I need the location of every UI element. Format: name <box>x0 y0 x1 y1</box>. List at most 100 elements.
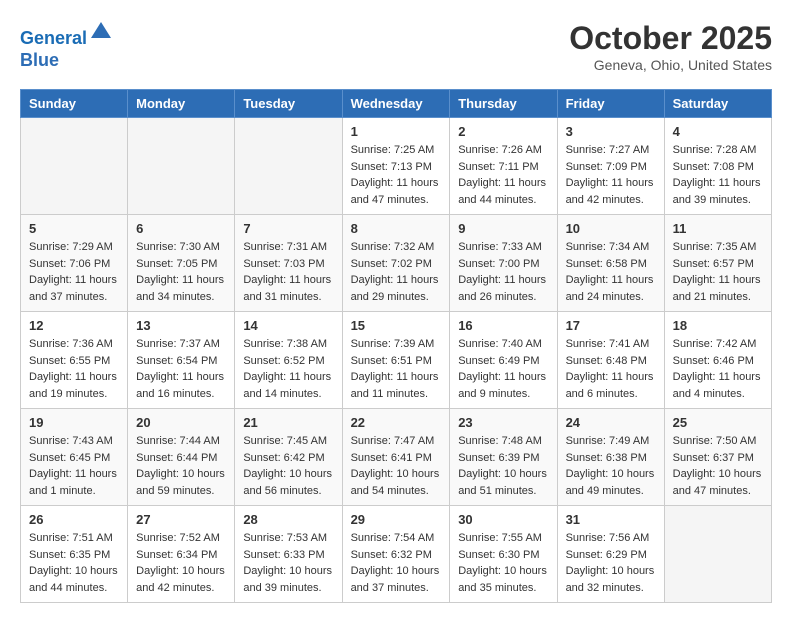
day-info: Sunrise: 7:27 AM Sunset: 7:09 PM Dayligh… <box>566 142 656 208</box>
day-number: 15 <box>351 318 442 333</box>
logo-blue: Blue <box>20 50 59 70</box>
day-info: Sunrise: 7:38 AM Sunset: 6:52 PM Dayligh… <box>243 336 333 402</box>
day-number: 19 <box>29 415 119 430</box>
calendar-day-cell <box>128 118 235 215</box>
day-info: Sunrise: 7:26 AM Sunset: 7:11 PM Dayligh… <box>458 142 548 208</box>
calendar-day-cell: 26 Sunrise: 7:51 AM Sunset: 6:35 PM Dayli… <box>21 506 128 603</box>
day-number: 9 <box>458 221 548 236</box>
day-number: 28 <box>243 512 333 527</box>
day-info: Sunrise: 7:45 AM Sunset: 6:42 PM Dayligh… <box>243 433 333 499</box>
calendar-day-cell: 14 Sunrise: 7:38 AM Sunset: 6:52 PM Dayli… <box>235 312 342 409</box>
calendar-header-row: SundayMondayTuesdayWednesdayThursdayFrid… <box>21 90 772 118</box>
calendar-day-cell: 8Sunrise: 7:32 AM Sunset: 7:02 PM Daylig… <box>342 215 450 312</box>
day-number: 25 <box>673 415 763 430</box>
weekday-header: Sunday <box>21 90 128 118</box>
weekday-header: Wednesday <box>342 90 450 118</box>
day-info: Sunrise: 7:37 AM Sunset: 6:54 PM Dayligh… <box>136 336 226 402</box>
calendar-week-row: 19 Sunrise: 7:43 AM Sunset: 6:45 PM Dayli… <box>21 409 772 506</box>
calendar-day-cell: 18Sunrise: 7:42 AM Sunset: 6:46 PM Dayli… <box>664 312 771 409</box>
calendar-day-cell: 29 Sunrise: 7:54 AM Sunset: 6:32 PM Dayli… <box>342 506 450 603</box>
calendar-day-cell: 20 Sunrise: 7:44 AM Sunset: 6:44 PM Dayli… <box>128 409 235 506</box>
weekday-header: Monday <box>128 90 235 118</box>
day-number: 10 <box>566 221 656 236</box>
weekday-header: Tuesday <box>235 90 342 118</box>
day-number: 27 <box>136 512 226 527</box>
day-info: Sunrise: 7:56 AM Sunset: 6:29 PM Dayligh… <box>566 530 656 596</box>
day-number: 16 <box>458 318 548 333</box>
day-number: 8 <box>351 221 442 236</box>
day-info: Sunrise: 7:48 AM Sunset: 6:39 PM Dayligh… <box>458 433 548 499</box>
calendar-day-cell: 28 Sunrise: 7:53 AM Sunset: 6:33 PM Dayli… <box>235 506 342 603</box>
calendar-day-cell: 16 Sunrise: 7:40 AM Sunset: 6:49 PM Dayli… <box>450 312 557 409</box>
day-number: 21 <box>243 415 333 430</box>
location-text: Geneva, Ohio, United States <box>569 57 772 73</box>
day-info: Sunrise: 7:29 AM Sunset: 7:06 PM Dayligh… <box>29 239 119 305</box>
logo-icon <box>89 20 113 44</box>
day-info: Sunrise: 7:49 AM Sunset: 6:38 PM Dayligh… <box>566 433 656 499</box>
day-info: Sunrise: 7:47 AM Sunset: 6:41 PM Dayligh… <box>351 433 442 499</box>
day-number: 13 <box>136 318 226 333</box>
day-number: 11 <box>673 221 763 236</box>
calendar-day-cell: 21 Sunrise: 7:45 AM Sunset: 6:42 PM Dayli… <box>235 409 342 506</box>
day-info: Sunrise: 7:44 AM Sunset: 6:44 PM Dayligh… <box>136 433 226 499</box>
day-info: Sunrise: 7:54 AM Sunset: 6:32 PM Dayligh… <box>351 530 442 596</box>
calendar-week-row: 1Sunrise: 7:25 AM Sunset: 7:13 PM Daylig… <box>21 118 772 215</box>
day-info: Sunrise: 7:53 AM Sunset: 6:33 PM Dayligh… <box>243 530 333 596</box>
calendar-day-cell: 13 Sunrise: 7:37 AM Sunset: 6:54 PM Dayli… <box>128 312 235 409</box>
day-number: 30 <box>458 512 548 527</box>
calendar-day-cell: 19 Sunrise: 7:43 AM Sunset: 6:45 PM Dayli… <box>21 409 128 506</box>
calendar-day-cell: 15 Sunrise: 7:39 AM Sunset: 6:51 PM Dayli… <box>342 312 450 409</box>
day-number: 26 <box>29 512 119 527</box>
day-number: 23 <box>458 415 548 430</box>
calendar-week-row: 12Sunrise: 7:36 AM Sunset: 6:55 PM Dayli… <box>21 312 772 409</box>
day-info: Sunrise: 7:35 AM Sunset: 6:57 PM Dayligh… <box>673 239 763 305</box>
calendar-day-cell: 10 Sunrise: 7:34 AM Sunset: 6:58 PM Dayli… <box>557 215 664 312</box>
day-info: Sunrise: 7:43 AM Sunset: 6:45 PM Dayligh… <box>29 433 119 499</box>
day-number: 29 <box>351 512 442 527</box>
calendar-day-cell: 23 Sunrise: 7:48 AM Sunset: 6:39 PM Dayli… <box>450 409 557 506</box>
day-number: 4 <box>673 124 763 139</box>
day-number: 2 <box>458 124 548 139</box>
day-info: Sunrise: 7:50 AM Sunset: 6:37 PM Dayligh… <box>673 433 763 499</box>
day-number: 31 <box>566 512 656 527</box>
calendar-day-cell: 24Sunrise: 7:49 AM Sunset: 6:38 PM Dayli… <box>557 409 664 506</box>
calendar-week-row: 5Sunrise: 7:29 AM Sunset: 7:06 PM Daylig… <box>21 215 772 312</box>
day-info: Sunrise: 7:31 AM Sunset: 7:03 PM Dayligh… <box>243 239 333 305</box>
day-info: Sunrise: 7:40 AM Sunset: 6:49 PM Dayligh… <box>458 336 548 402</box>
month-title: October 2025 <box>569 20 772 57</box>
day-info: Sunrise: 7:33 AM Sunset: 7:00 PM Dayligh… <box>458 239 548 305</box>
calendar-day-cell: 7 Sunrise: 7:31 AM Sunset: 7:03 PM Daylig… <box>235 215 342 312</box>
calendar-day-cell: 1Sunrise: 7:25 AM Sunset: 7:13 PM Daylig… <box>342 118 450 215</box>
day-info: Sunrise: 7:51 AM Sunset: 6:35 PM Dayligh… <box>29 530 119 596</box>
logo-general: General <box>20 28 87 48</box>
calendar-day-cell: 22 Sunrise: 7:47 AM Sunset: 6:41 PM Dayli… <box>342 409 450 506</box>
weekday-header: Friday <box>557 90 664 118</box>
calendar-table: SundayMondayTuesdayWednesdayThursdayFrid… <box>20 89 772 603</box>
logo: General Blue <box>20 20 113 71</box>
calendar-day-cell: 25 Sunrise: 7:50 AM Sunset: 6:37 PM Dayli… <box>664 409 771 506</box>
day-info: Sunrise: 7:30 AM Sunset: 7:05 PM Dayligh… <box>136 239 226 305</box>
day-info: Sunrise: 7:39 AM Sunset: 6:51 PM Dayligh… <box>351 336 442 402</box>
calendar-day-cell: 4Sunrise: 7:28 AM Sunset: 7:08 PM Daylig… <box>664 118 771 215</box>
calendar-day-cell <box>235 118 342 215</box>
calendar-day-cell: 12Sunrise: 7:36 AM Sunset: 6:55 PM Dayli… <box>21 312 128 409</box>
day-info: Sunrise: 7:52 AM Sunset: 6:34 PM Dayligh… <box>136 530 226 596</box>
day-number: 7 <box>243 221 333 236</box>
day-info: Sunrise: 7:34 AM Sunset: 6:58 PM Dayligh… <box>566 239 656 305</box>
title-block: October 2025 Geneva, Ohio, United States <box>569 20 772 73</box>
day-number: 18 <box>673 318 763 333</box>
calendar-week-row: 26 Sunrise: 7:51 AM Sunset: 6:35 PM Dayli… <box>21 506 772 603</box>
calendar-day-cell: 31 Sunrise: 7:56 AM Sunset: 6:29 PM Dayli… <box>557 506 664 603</box>
calendar-day-cell <box>664 506 771 603</box>
calendar-day-cell: 17Sunrise: 7:41 AM Sunset: 6:48 PM Dayli… <box>557 312 664 409</box>
calendar-day-cell: 2 Sunrise: 7:26 AM Sunset: 7:11 PM Daylig… <box>450 118 557 215</box>
day-number: 22 <box>351 415 442 430</box>
day-info: Sunrise: 7:36 AM Sunset: 6:55 PM Dayligh… <box>29 336 119 402</box>
day-number: 14 <box>243 318 333 333</box>
calendar-day-cell: 3 Sunrise: 7:27 AM Sunset: 7:09 PM Daylig… <box>557 118 664 215</box>
day-number: 20 <box>136 415 226 430</box>
page-header: General Blue October 2025 Geneva, Ohio, … <box>20 20 772 73</box>
day-number: 3 <box>566 124 656 139</box>
day-info: Sunrise: 7:25 AM Sunset: 7:13 PM Dayligh… <box>351 142 442 208</box>
day-number: 17 <box>566 318 656 333</box>
